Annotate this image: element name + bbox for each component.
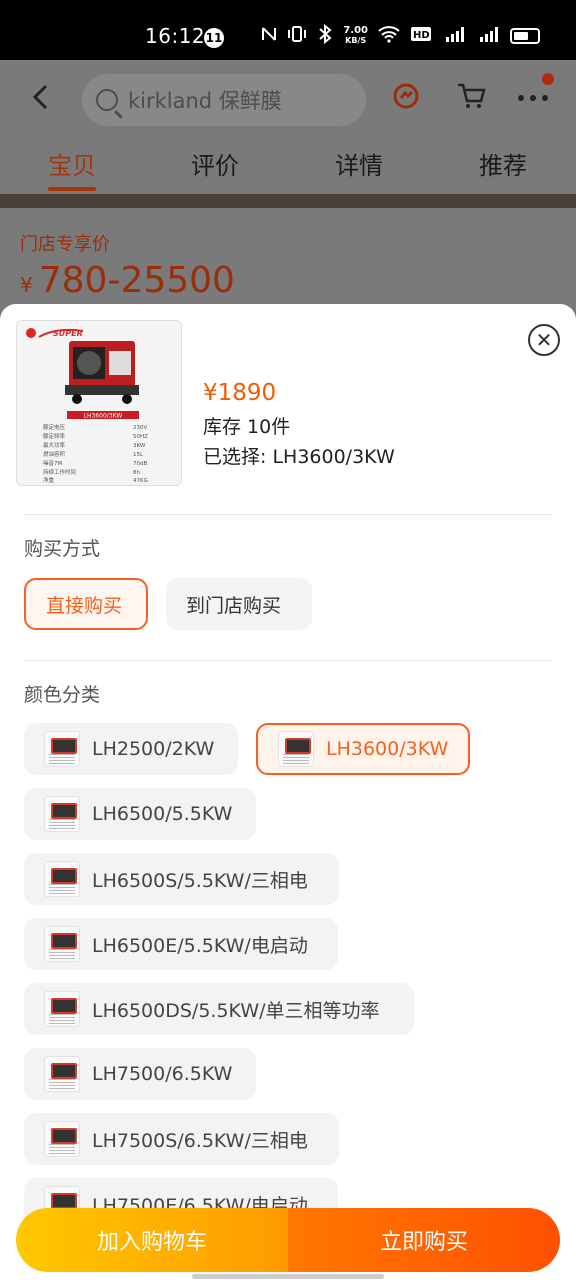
status-time: 16:12 [145,24,206,48]
variant-option-lh6500[interactable]: LH6500/5.5KW [24,788,256,840]
variant-option-lh7500[interactable]: LH7500/6.5KW [24,1048,256,1100]
spec-key: 额定电压 [43,423,66,431]
tab-details[interactable]: 详情 [335,146,383,181]
notification-dot [542,73,554,85]
search-bar[interactable]: kirkland 保鲜膜 [82,74,366,126]
5g-signal-icon [476,25,500,47]
variant-thumbnail [44,796,80,832]
spec-value: 47KG [133,478,148,484]
variant-label: LH6500DS/5.5KW/单三相等功率 [92,999,380,1022]
bottom-action-bar: 加入购物车 立即购买 [16,1208,560,1272]
variant-thumbnail [278,731,314,767]
brand-logo-text: SUPER [53,329,83,338]
variant-option-lh6500ds[interactable]: LH6500DS/5.5KW/单三相等功率 [24,983,414,1035]
variant-option-lh6500e[interactable]: LH6500E/5.5KW/电启动 [24,918,338,970]
product-page: 16:12 11 7.00 KB/S HD kirkland 保鲜膜 宝贝 评价… [0,0,576,1280]
status-bar: 16:12 11 7.00 KB/S HD [0,0,576,60]
variant-thumbnail [44,731,80,767]
variant-label: LH6500E/5.5KW/电启动 [92,934,308,957]
tab-recommend[interactable]: 推荐 [479,146,527,181]
hd-icon: HD [410,26,432,46]
more-icon[interactable] [516,82,550,117]
divider-strip [0,194,576,208]
tab-item[interactable]: 宝贝 [48,146,96,191]
variant-label: LH3600/3KW [326,738,449,760]
spec-value: 15L [133,452,144,458]
selected-variant: 已选择: LH3600/3KW [203,446,395,468]
variant-thumbnail [44,1121,80,1157]
variant-option-lh2500[interactable]: LH2500/2KW [24,723,238,775]
variant-thumbnail [44,861,80,897]
search-placeholder: kirkland 保鲜膜 [128,89,282,113]
variant-thumbnail [44,991,80,1027]
spec-key: 最大功率 [43,441,66,449]
cart-icon[interactable] [456,82,486,117]
spec-value: 70dB [133,461,147,467]
variant-label: LH6500/5.5KW [92,803,233,825]
background-product-view: kirkland 保鲜膜 宝贝 评价 详情 推荐 门店专享价 ¥780-2550… [0,60,576,320]
store-price-label: 门店专享价 [20,234,110,255]
close-icon[interactable]: ✕ [528,324,560,356]
spec-key: 噪音7M [43,459,62,467]
nfc-icon [261,25,277,47]
add-to-cart-button[interactable]: 加入购物车 [16,1208,288,1272]
variant-label: LH2500/2KW [92,738,215,760]
home-indicator[interactable] [192,1274,384,1279]
spec-key: 持续工作时间 [43,468,76,476]
product-image[interactable]: SUPER LH3600/3KW 额定电压 230V 额定频率 50HZ 最大功率 3… [16,320,182,486]
price-range-value: 780-25500 [38,260,235,301]
battery-icon [510,28,540,44]
bluetooth-icon [317,23,333,48]
spec-key: 净重 [43,476,55,484]
net-speed-value: 7.00 [343,25,368,36]
spec-value: 3KW [133,443,146,449]
net-speed: 7.00 KB/S [343,26,368,46]
4g-signal-icon [442,25,466,47]
purchase-store-option[interactable]: 到门店购买 [166,578,312,630]
spec-value: 50HZ [133,434,148,440]
top-bar: kirkland 保鲜膜 [0,60,576,138]
variant-thumbnail [44,1056,80,1092]
net-speed-unit: KB/S [345,36,367,45]
variant-label: LH6500S/5.5KW/三相电 [92,869,308,892]
svg-text:HD: HD [413,30,430,41]
back-button[interactable] [30,82,52,120]
variant-thumbnail [44,926,80,962]
spec-key: 燃油容积 [43,450,66,458]
purchase-direct-option[interactable]: 直接购买 [24,578,148,630]
wifi-icon [378,25,400,47]
generator-illustration: SUPER LH3600/3KW 额定电压 230V 额定频率 50HZ 最大功率 3… [17,321,181,485]
search-icon [96,89,118,111]
model-tag: LH3600/3KW [84,413,123,420]
spec-value: 8h [133,470,140,476]
sku-selection-sheet: SUPER LH3600/3KW 额定电压 230V 额定频率 50HZ 最大功率 3… [0,304,576,1280]
color-category-title: 颜色分类 [24,684,101,706]
spec-key: 额定频率 [43,432,66,440]
notification-count-badge: 11 [204,28,224,48]
variant-label: LH7500S/6.5KW/三相电 [92,1129,308,1152]
price-range: ¥780-25500 [20,260,235,301]
variant-option-lh3600[interactable]: LH3600/3KW [256,723,470,775]
status-icons: 7.00 KB/S HD [261,23,540,48]
refresh-icon[interactable] [392,82,420,117]
variant-option-lh6500s[interactable]: LH6500S/5.5KW/三相电 [24,853,339,905]
vibrate-icon [287,25,307,47]
tab-bar: 宝贝 评价 详情 推荐 [0,138,576,196]
spec-value: 230V [133,425,147,431]
currency-symbol: ¥ [20,273,33,297]
divider [24,660,552,661]
selected-price: ¥1890 [203,380,277,406]
purchase-method-title: 购买方式 [24,538,101,560]
divider [24,514,552,515]
tab-reviews[interactable]: 评价 [191,146,239,181]
variant-option-lh7500s[interactable]: LH7500S/6.5KW/三相电 [24,1113,339,1165]
stock-count: 库存 10件 [203,416,291,438]
variant-label: LH7500/6.5KW [92,1063,233,1085]
buy-now-button[interactable]: 立即购买 [288,1208,560,1272]
